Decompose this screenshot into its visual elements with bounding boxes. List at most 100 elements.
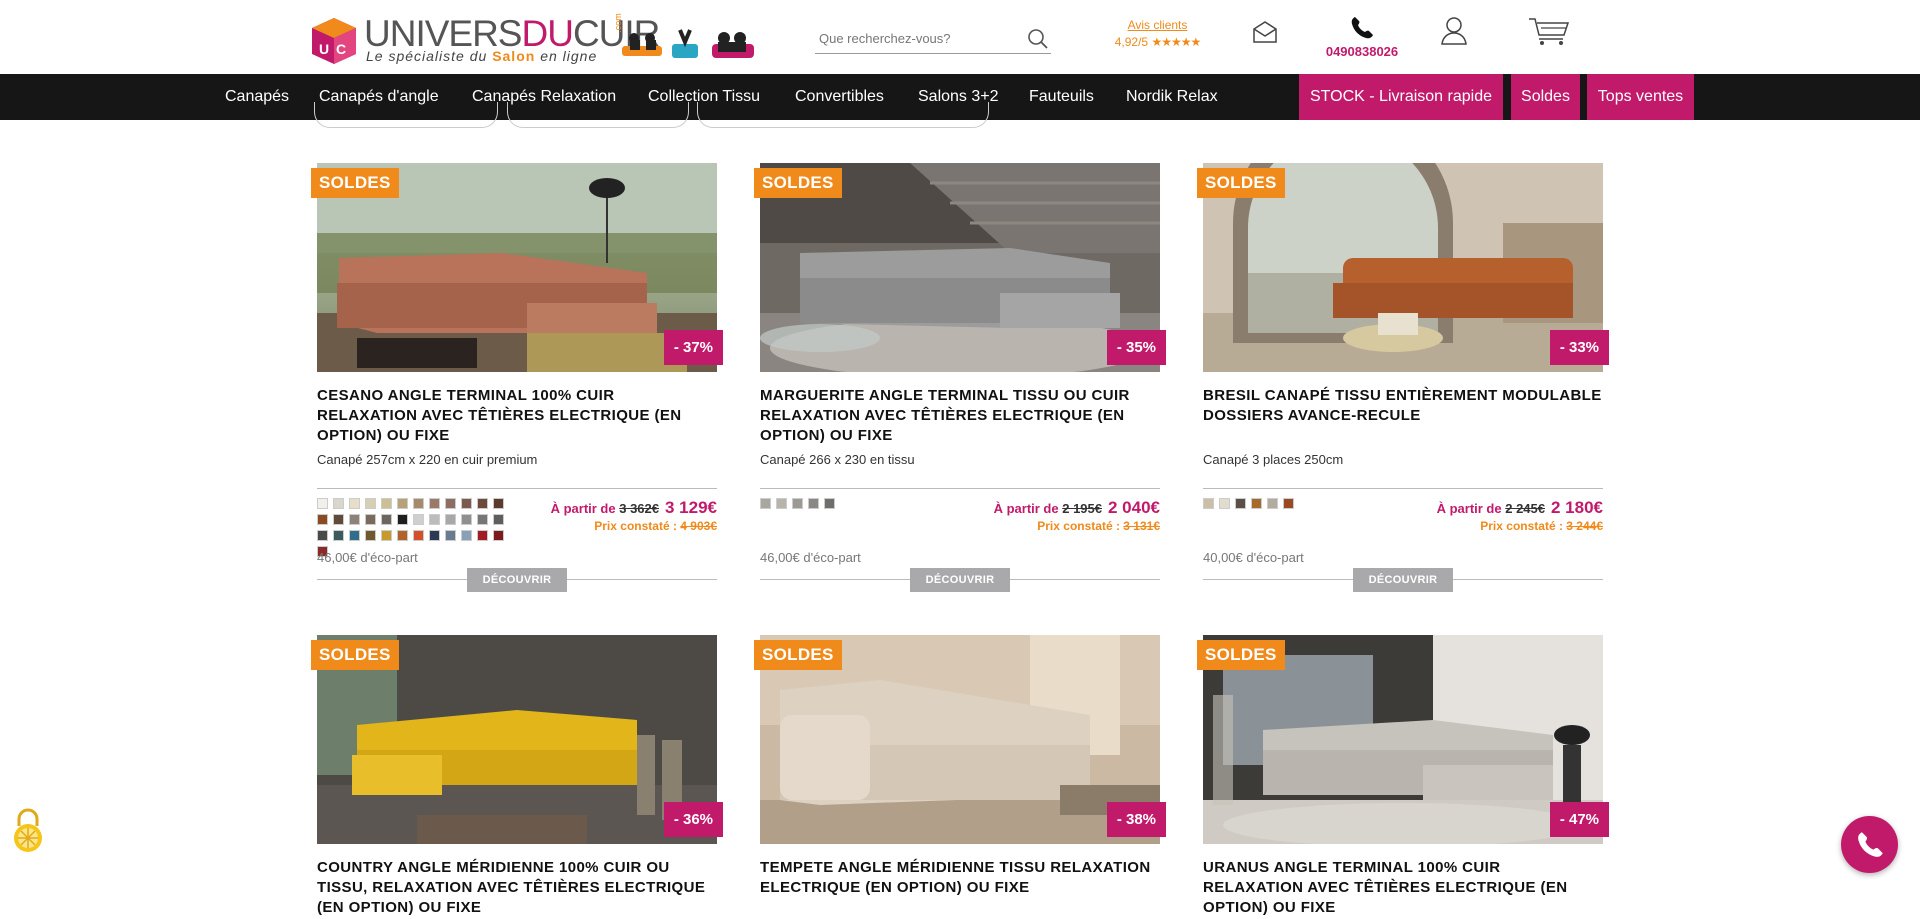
color-swatch[interactable] bbox=[493, 514, 504, 525]
color-swatch[interactable] bbox=[445, 514, 456, 525]
nav-promo-tops-ventes[interactable]: Tops ventes bbox=[1587, 74, 1694, 120]
color-swatch[interactable] bbox=[1219, 498, 1230, 509]
color-swatch[interactable] bbox=[349, 514, 360, 525]
color-swatch[interactable] bbox=[1251, 498, 1262, 509]
nav-promo-stock[interactable]: STOCK - Livraison rapide bbox=[1299, 74, 1503, 120]
color-swatch[interactable] bbox=[1283, 498, 1294, 509]
color-swatch[interactable] bbox=[493, 498, 504, 509]
product-title[interactable]: COUNTRY ANGLE MÉRIDIENNE 100% CUIR OU TI… bbox=[317, 858, 717, 918]
color-swatch[interactable] bbox=[429, 498, 440, 509]
stars-icon: ★★★★★ bbox=[1151, 35, 1201, 49]
color-swatch[interactable] bbox=[365, 498, 376, 509]
divider bbox=[317, 488, 717, 489]
color-swatch[interactable] bbox=[397, 498, 408, 509]
color-swatch[interactable] bbox=[445, 498, 456, 509]
nav-item-canapes[interactable]: Canapés bbox=[225, 74, 289, 120]
color-swatch[interactable] bbox=[808, 498, 819, 509]
nav-promo-soldes[interactable]: Soldes bbox=[1511, 74, 1580, 120]
product-title[interactable]: BRESIL CANAPÉ TISSU ENTIÈREMENT MODULABL… bbox=[1203, 386, 1603, 426]
color-swatch[interactable] bbox=[1203, 498, 1214, 509]
discount-badge: - 33% bbox=[1549, 330, 1609, 365]
color-swatch[interactable] bbox=[477, 514, 488, 525]
color-swatch[interactable] bbox=[333, 514, 344, 525]
nav-item-fauteuils[interactable]: Fauteuils bbox=[1029, 74, 1094, 120]
color-swatch[interactable] bbox=[461, 498, 472, 509]
product-title[interactable]: MARGUERITE ANGLE TERMINAL TISSU OU CUIR … bbox=[760, 386, 1160, 446]
reference-price-value: 3 131€ bbox=[1123, 519, 1160, 533]
phone-number[interactable]: 0490838026 bbox=[1318, 44, 1406, 59]
color-swatch[interactable] bbox=[493, 530, 504, 541]
nav-item-nordik-relax[interactable]: Nordik Relax bbox=[1126, 74, 1218, 120]
product-title[interactable]: TEMPETE ANGLE MÉRIDIENNE TISSU RELAXATIO… bbox=[760, 858, 1160, 898]
color-swatch[interactable] bbox=[317, 498, 328, 509]
filter-pill[interactable] bbox=[507, 102, 689, 128]
discover-button[interactable]: DÉCOUVRIR bbox=[1353, 568, 1453, 592]
color-swatch[interactable] bbox=[477, 498, 488, 509]
color-swatch[interactable] bbox=[1235, 498, 1246, 509]
discover-button[interactable]: DÉCOUVRIR bbox=[467, 568, 567, 592]
reference-price-label: Prix constaté : bbox=[594, 519, 677, 533]
discover-button[interactable]: DÉCOUVRIR bbox=[910, 568, 1010, 592]
color-swatch[interactable] bbox=[381, 514, 392, 525]
color-swatch[interactable] bbox=[333, 530, 344, 541]
filter-pill[interactable] bbox=[314, 102, 498, 128]
price-new: 2 040€ bbox=[1108, 498, 1160, 517]
price-from-text: À partir de bbox=[993, 501, 1059, 516]
reviews-link[interactable]: Avis clients bbox=[1100, 18, 1215, 32]
call-button[interactable] bbox=[1841, 816, 1898, 873]
price-from-label: À partir de 2 245€ bbox=[1437, 501, 1545, 516]
color-swatch[interactable] bbox=[413, 530, 424, 541]
color-swatches[interactable] bbox=[317, 498, 517, 557]
color-swatch[interactable] bbox=[349, 498, 360, 509]
color-swatches[interactable] bbox=[760, 498, 960, 509]
color-swatch[interactable] bbox=[317, 514, 328, 525]
color-swatch[interactable] bbox=[776, 498, 787, 509]
price-new: 3 129€ bbox=[665, 498, 717, 517]
color-swatch[interactable] bbox=[824, 498, 835, 509]
color-swatch[interactable] bbox=[461, 514, 472, 525]
phone-icon[interactable] bbox=[1349, 15, 1375, 41]
reference-price-label: Prix constaté : bbox=[1037, 519, 1120, 533]
color-swatch[interactable] bbox=[381, 498, 392, 509]
eco-participation: 46,00€ d'éco-part bbox=[317, 550, 418, 565]
color-swatch[interactable] bbox=[413, 498, 424, 509]
customer-reviews[interactable]: Avis clients 4,92/5 ★★★★★ bbox=[1100, 18, 1215, 49]
color-swatch[interactable] bbox=[317, 530, 328, 541]
color-swatches[interactable] bbox=[1203, 498, 1403, 509]
color-swatch[interactable] bbox=[429, 514, 440, 525]
sale-badge: SOLDES bbox=[754, 168, 842, 198]
reviews-score: 4,92/5 ★★★★★ bbox=[1100, 35, 1215, 49]
color-swatch[interactable] bbox=[429, 530, 440, 541]
product-title[interactable]: CESANO ANGLE TERMINAL 100% CUIR RELAXATI… bbox=[317, 386, 717, 446]
svg-text:C: C bbox=[336, 41, 346, 57]
color-swatch[interactable] bbox=[477, 530, 488, 541]
discount-badge: - 38% bbox=[1106, 802, 1166, 837]
price-old: 2 245€ bbox=[1505, 501, 1545, 516]
color-swatch[interactable] bbox=[1267, 498, 1278, 509]
color-swatch[interactable] bbox=[760, 498, 771, 509]
user-account-icon[interactable] bbox=[1440, 16, 1468, 46]
color-swatch[interactable] bbox=[445, 530, 456, 541]
site-logo[interactable]: U C UNIVERSDUCUIR .com Le spécialiste du… bbox=[310, 13, 660, 66]
color-swatch[interactable] bbox=[792, 498, 803, 509]
color-swatch[interactable] bbox=[349, 530, 360, 541]
color-swatch[interactable] bbox=[413, 514, 424, 525]
divider bbox=[760, 488, 1160, 489]
product-title[interactable]: URANUS ANGLE TERMINAL 100% CUIR RELAXATI… bbox=[1203, 858, 1603, 918]
color-swatch[interactable] bbox=[461, 530, 472, 541]
cart-icon[interactable] bbox=[1528, 16, 1570, 46]
search-bar[interactable]: Que recherchez-vous? bbox=[815, 24, 1051, 54]
search-icon[interactable] bbox=[1027, 28, 1049, 50]
filter-pill[interactable] bbox=[697, 102, 989, 128]
search-input[interactable]: Que recherchez-vous? bbox=[819, 31, 951, 46]
phone-contact[interactable]: 0490838026 bbox=[1318, 15, 1406, 59]
mail-icon[interactable] bbox=[1252, 20, 1278, 44]
color-swatch[interactable] bbox=[397, 514, 408, 525]
reference-price: Prix constaté : 3 244€ bbox=[1437, 519, 1603, 533]
color-swatch[interactable] bbox=[381, 530, 392, 541]
color-swatch[interactable] bbox=[397, 530, 408, 541]
color-swatch[interactable] bbox=[365, 530, 376, 541]
color-swatch[interactable] bbox=[365, 514, 376, 525]
cookie-lock-icon[interactable] bbox=[8, 806, 48, 854]
color-swatch[interactable] bbox=[333, 498, 344, 509]
